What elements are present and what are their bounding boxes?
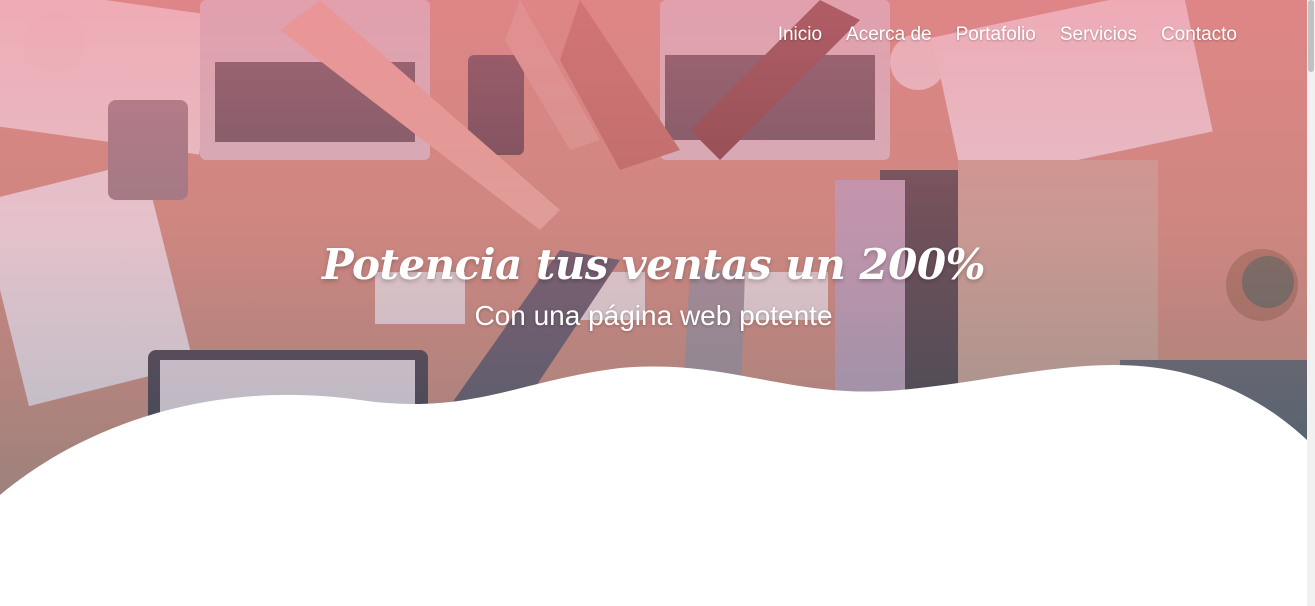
- nav-link-inicio[interactable]: Inicio: [778, 22, 822, 48]
- nav-link-acerca-de[interactable]: Acerca de: [846, 22, 932, 48]
- nav-link-portafolio[interactable]: Portafolio: [956, 22, 1036, 48]
- main-navigation: Inicio Acerca de Portafolio Servicios Co…: [778, 22, 1237, 48]
- wave-divider: [0, 364, 1307, 500]
- hero-subtitle: Con una página web potente: [474, 300, 833, 331]
- vertical-scrollbar[interactable]: [1307, 0, 1315, 606]
- hero-title: Potencia tus ventas un 200%: [321, 240, 986, 290]
- nav-link-servicios[interactable]: Servicios: [1060, 22, 1137, 48]
- scrollbar-thumb[interactable]: [1308, 0, 1314, 72]
- nav-link-contacto[interactable]: Contacto: [1161, 22, 1237, 48]
- hero-section: Inicio Acerca de Portafolio Servicios Co…: [0, 0, 1307, 500]
- page: Inicio Acerca de Portafolio Servicios Co…: [0, 0, 1307, 606]
